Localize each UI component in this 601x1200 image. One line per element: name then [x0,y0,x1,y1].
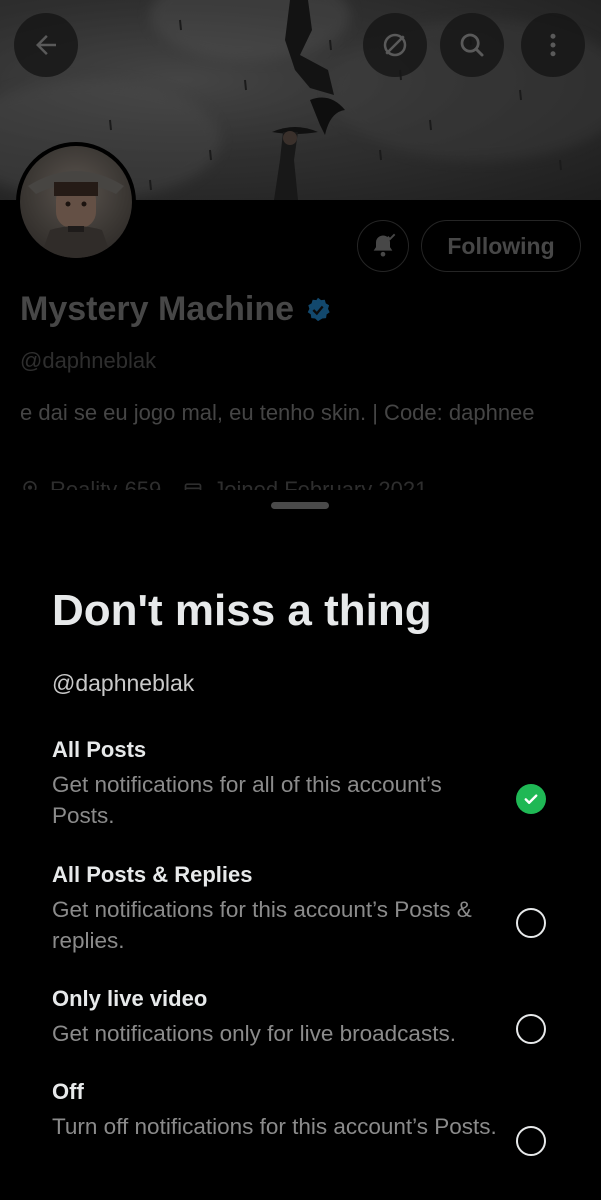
verified-badge-icon [307,297,330,321]
more-vertical-icon [550,33,556,57]
grok-icon [383,33,407,57]
radio-unselected[interactable] [516,1014,546,1044]
option-title: All Posts [52,737,147,762]
avatar[interactable] [16,142,136,262]
check-icon [524,794,538,804]
radio-selected[interactable] [516,784,546,814]
option-title: Only live video [52,986,208,1011]
option-off[interactable]: Off Turn off notifications for this acco… [52,1079,592,1156]
profile-name-text: Mystery Machine [20,290,294,328]
back-arrow-icon [36,35,56,55]
sheet-handle: @daphneblak [52,670,195,696]
search-button[interactable] [440,13,504,77]
profile-header: Following Mystery Machine @daphneblak e … [0,0,601,505]
option-description: Get notifications only for live broadcas… [52,1021,456,1046]
option-title: Off [52,1079,84,1104]
grok-button[interactable] [363,13,427,77]
avatar-illustration [28,171,124,258]
option-only-live-video[interactable]: Only live video Get notifications only f… [52,986,592,1049]
sheet-drag-handle[interactable] [271,502,329,509]
more-button[interactable] [521,13,585,77]
profile-bio: e dai se eu jogo mal, eu tenho skin. | C… [20,400,535,425]
option-description: Turn off notifications for this account’… [52,1114,497,1139]
option-all-posts-replies[interactable]: All Posts & Replies Get notifications fo… [52,862,592,956]
option-title: All Posts & Replies [52,862,253,887]
notifications-button[interactable] [357,220,409,272]
option-all-posts[interactable]: All Posts Get notifications for all of t… [52,737,592,831]
option-description: Get notifications for this account’s Pos… [52,897,472,953]
notifications-sheet: Don't miss a thing @daphneblak All Posts… [0,490,601,1200]
search-icon [460,33,484,57]
sheet-title: Don't miss a thing [52,586,432,635]
radio-unselected[interactable] [516,908,546,938]
option-description: Get notifications for all of this accoun… [52,772,442,828]
profile-handle: @daphneblak [20,348,157,373]
bell-check-icon [373,233,396,257]
radio-unselected[interactable] [516,1126,546,1156]
profile-name: Mystery Machine [20,290,332,329]
back-button[interactable] [14,13,78,77]
following-button[interactable]: Following [421,220,581,272]
